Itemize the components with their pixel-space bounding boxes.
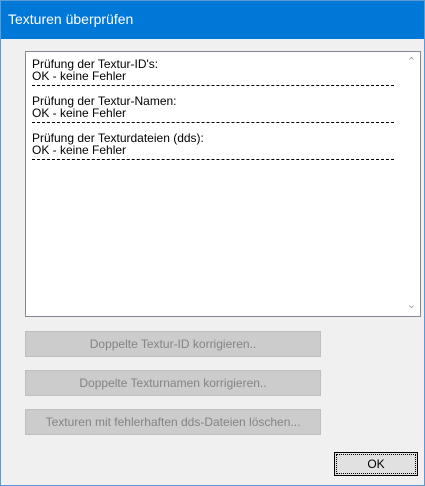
title-bar[interactable]: Texturen überprüfen	[1, 1, 424, 39]
chevron-down-icon[interactable]: ⌄	[403, 297, 420, 314]
section-result: OK - keine Fehler	[32, 69, 127, 83]
dashed-separator	[32, 159, 394, 160]
dialog-window: Texturen überprüfen Prüfung der Textur-I…	[0, 0, 425, 486]
section-result: OK - keine Fehler	[32, 143, 127, 157]
delete-faulty-dds-textures-button[interactable]: Texturen mit fehlerhaften dds-Dateien lö…	[25, 409, 321, 435]
ok-button-label: OK	[367, 457, 385, 471]
dashed-separator	[32, 85, 394, 86]
ok-button[interactable]: OK	[334, 452, 418, 476]
report-section-textur-namen: Prüfung der Textur-Namen: OK - keine Feh…	[32, 95, 394, 123]
dashed-separator	[32, 122, 394, 123]
report-section-textur-ids: Prüfung der Textur-ID's: OK - keine Fehl…	[32, 58, 394, 86]
window-title: Texturen überprüfen	[8, 11, 134, 27]
report-content: Prüfung der Textur-ID's: OK - keine Fehl…	[32, 58, 394, 169]
vertical-scrollbar[interactable]: ⌃ ⌄	[403, 52, 420, 316]
fix-duplicate-texture-id-button[interactable]: Doppelte Textur-ID korrigieren..	[25, 331, 321, 357]
report-textbox[interactable]: Prüfung der Textur-ID's: OK - keine Fehl…	[25, 51, 421, 317]
fix-duplicate-texture-names-button[interactable]: Doppelte Texturnamen korrigieren..	[25, 370, 321, 396]
chevron-up-icon[interactable]: ⌃	[403, 54, 420, 71]
report-section-texturdateien: Prüfung der Texturdateien (dds): OK - ke…	[32, 132, 394, 160]
section-result: OK - keine Fehler	[32, 106, 127, 120]
